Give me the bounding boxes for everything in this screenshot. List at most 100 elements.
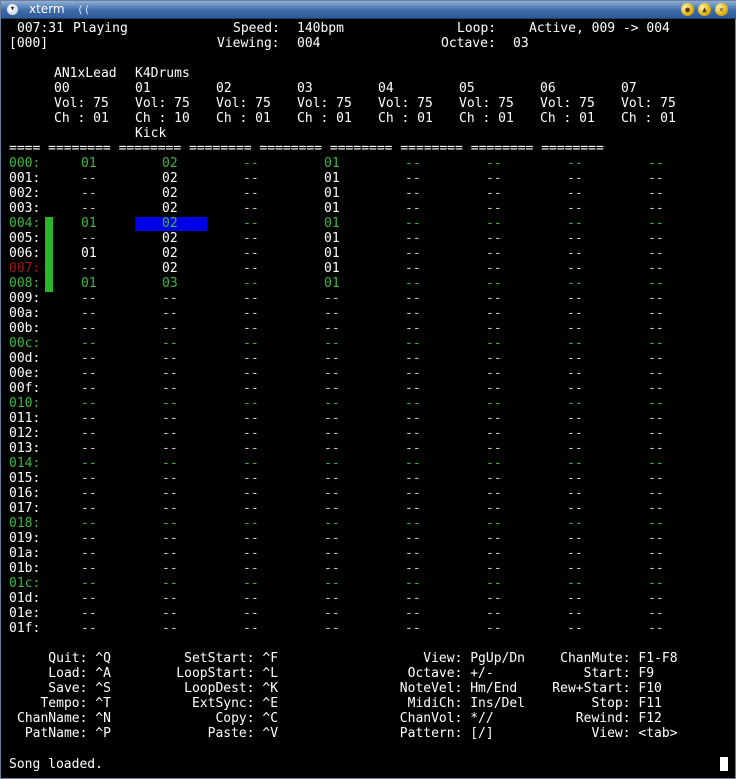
pattern-cell[interactable]: -- — [162, 321, 178, 336]
pattern-cell[interactable]: -- — [486, 291, 502, 306]
pattern-cell[interactable]: -- — [243, 546, 259, 561]
pattern-cell[interactable]: -- — [324, 501, 340, 516]
pattern-cell[interactable]: -- — [162, 366, 178, 381]
pattern-cell[interactable]: -- — [162, 471, 178, 486]
pattern-cell[interactable]: -- — [486, 351, 502, 366]
pattern-cell[interactable]: -- — [567, 216, 583, 231]
pattern-cell[interactable]: -- — [648, 561, 664, 576]
pattern-cell[interactable]: -- — [81, 501, 97, 516]
pattern-cell[interactable]: -- — [324, 486, 340, 501]
pattern-cell[interactable]: -- — [648, 201, 664, 216]
pattern-cell[interactable]: -- — [567, 261, 583, 276]
pattern-cell[interactable]: -- — [486, 621, 502, 636]
pattern-cell[interactable]: -- — [162, 561, 178, 576]
pattern-cell[interactable]: -- — [243, 531, 259, 546]
pattern-cell[interactable]: -- — [324, 426, 340, 441]
pattern-cell[interactable]: -- — [567, 381, 583, 396]
pattern-cell[interactable]: -- — [405, 396, 421, 411]
pattern-cell[interactable]: -- — [567, 621, 583, 636]
pattern-cell[interactable]: -- — [81, 351, 97, 366]
pattern-cell[interactable]: -- — [243, 171, 259, 186]
pattern-cell[interactable]: -- — [486, 216, 502, 231]
pattern-cell[interactable]: -- — [486, 516, 502, 531]
pattern-cell[interactable]: -- — [324, 351, 340, 366]
pattern-cell[interactable]: -- — [567, 336, 583, 351]
pattern-cell[interactable]: -- — [648, 591, 664, 606]
pattern-cell[interactable]: -- — [405, 591, 421, 606]
pattern-cell[interactable]: 02 — [162, 201, 178, 216]
pattern-cell[interactable]: 01 — [324, 186, 340, 201]
pattern-cell[interactable]: -- — [162, 516, 178, 531]
pattern-cell[interactable]: -- — [81, 456, 97, 471]
pattern-cell[interactable]: 01 — [324, 201, 340, 216]
pattern-cell[interactable]: -- — [648, 381, 664, 396]
pattern-cell[interactable]: 02 — [162, 261, 178, 276]
pattern-cell[interactable]: -- — [648, 261, 664, 276]
pattern-cell[interactable]: -- — [405, 546, 421, 561]
pattern-cell[interactable]: -- — [405, 231, 421, 246]
pattern-cell[interactable]: 03 — [162, 276, 178, 291]
pattern-cell[interactable]: -- — [324, 531, 340, 546]
pattern-cell[interactable]: -- — [567, 486, 583, 501]
pattern-cell[interactable]: -- — [162, 591, 178, 606]
pattern-cell[interactable]: -- — [81, 321, 97, 336]
pattern-cell[interactable]: -- — [81, 471, 97, 486]
pattern-cell[interactable]: -- — [81, 576, 97, 591]
pattern-cell[interactable]: -- — [405, 306, 421, 321]
pattern-cell[interactable]: -- — [81, 396, 97, 411]
pattern-cell[interactable]: -- — [567, 501, 583, 516]
pattern-cell[interactable]: -- — [81, 621, 97, 636]
pattern-cell[interactable]: -- — [486, 246, 502, 261]
pattern-cell[interactable]: -- — [243, 156, 259, 171]
pattern-cell[interactable]: -- — [324, 606, 340, 621]
pattern-cell[interactable]: -- — [243, 306, 259, 321]
pattern-cell[interactable]: 01 — [81, 216, 97, 231]
pattern-cell[interactable]: -- — [162, 381, 178, 396]
pattern-cell[interactable]: -- — [486, 381, 502, 396]
track-channel[interactable]: Ch : 01 — [216, 111, 271, 126]
pattern-cell[interactable]: -- — [162, 606, 178, 621]
pattern-cell[interactable]: -- — [243, 501, 259, 516]
pattern-cell[interactable]: -- — [324, 321, 340, 336]
pattern-cell[interactable]: -- — [405, 156, 421, 171]
pattern-cell[interactable]: -- — [243, 216, 259, 231]
pattern-cell[interactable]: -- — [405, 381, 421, 396]
pattern-cell[interactable]: -- — [243, 591, 259, 606]
pattern-cell[interactable]: -- — [81, 201, 97, 216]
pattern-cell[interactable]: -- — [405, 606, 421, 621]
pattern-cell[interactable]: -- — [243, 186, 259, 201]
pattern-cell[interactable]: -- — [162, 531, 178, 546]
pattern-cell[interactable]: -- — [324, 576, 340, 591]
pattern-cell[interactable]: 01 — [324, 156, 340, 171]
pattern-cell[interactable]: -- — [243, 516, 259, 531]
pattern-cell[interactable]: -- — [486, 501, 502, 516]
pattern-cell[interactable]: -- — [405, 321, 421, 336]
track-volume[interactable]: Vol: 75 — [540, 96, 595, 111]
pattern-cell[interactable]: -- — [81, 186, 97, 201]
pattern-cell[interactable]: -- — [81, 336, 97, 351]
pattern-cell[interactable]: -- — [81, 291, 97, 306]
pattern-cell[interactable]: -- — [243, 576, 259, 591]
pattern-cell[interactable]: -- — [567, 351, 583, 366]
pattern-cell[interactable]: -- — [243, 201, 259, 216]
pattern-cell[interactable]: 01 — [81, 246, 97, 261]
pattern-cell[interactable]: -- — [243, 561, 259, 576]
pattern-cell[interactable]: 02 — [162, 186, 178, 201]
pattern-cell[interactable]: -- — [567, 411, 583, 426]
track-volume[interactable]: Vol: 75 — [216, 96, 271, 111]
pattern-cell[interactable]: -- — [162, 426, 178, 441]
pattern-cell[interactable]: -- — [81, 306, 97, 321]
pattern-cell[interactable]: -- — [324, 366, 340, 381]
track-volume[interactable]: Vol: 75 — [378, 96, 433, 111]
pattern-cell[interactable]: -- — [567, 396, 583, 411]
pattern-cell[interactable]: -- — [162, 336, 178, 351]
pattern-cell[interactable]: -- — [162, 396, 178, 411]
pattern-cell[interactable]: -- — [405, 411, 421, 426]
pattern-cell[interactable]: -- — [486, 261, 502, 276]
pattern-cell[interactable]: -- — [648, 366, 664, 381]
pattern-cell[interactable]: -- — [486, 231, 502, 246]
pattern-cell[interactable]: -- — [162, 546, 178, 561]
pattern-cell[interactable]: -- — [324, 381, 340, 396]
pattern-cell[interactable]: -- — [324, 441, 340, 456]
pattern-cell[interactable]: -- — [567, 546, 583, 561]
